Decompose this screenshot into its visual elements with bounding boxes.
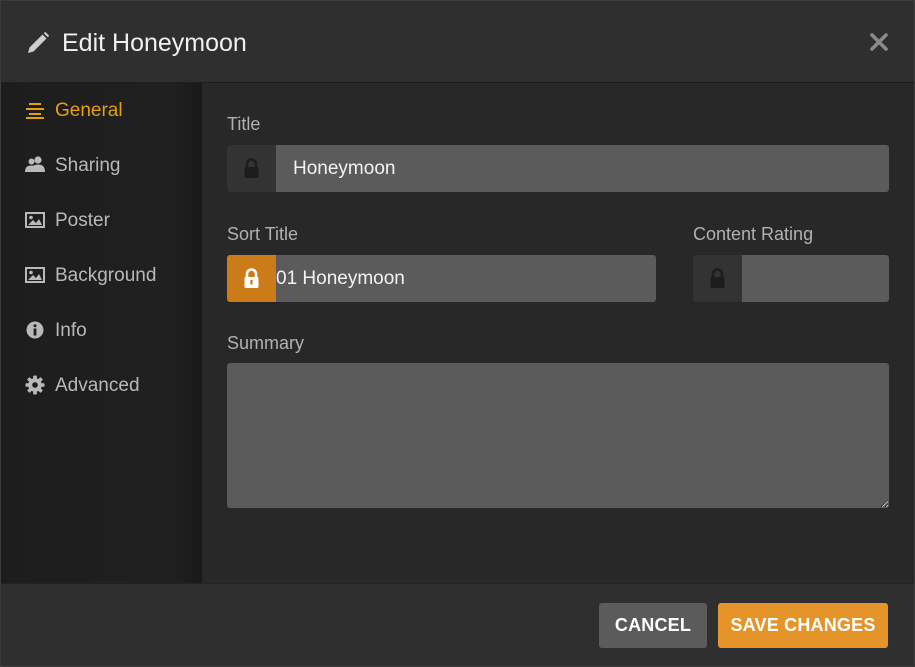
image-icon: [25, 212, 45, 228]
summary-textarea[interactable]: [227, 363, 889, 508]
title-lock-button[interactable]: [227, 145, 276, 192]
edit-dialog: Edit Honeymoon General Sharing Poster Ba…: [0, 0, 915, 667]
general-form: Title Sort Title Content Rating: [202, 83, 914, 583]
sidebar-item-label: Advanced: [55, 375, 140, 396]
sidebar-item-label: Poster: [55, 210, 110, 231]
gear-icon: [25, 375, 45, 395]
users-icon: [25, 156, 45, 172]
image-icon: [25, 267, 45, 283]
title-field: [227, 145, 889, 192]
sidebar-item-label: Sharing: [55, 155, 121, 176]
sidebar-nav: General Sharing Poster Background Info A…: [1, 83, 202, 583]
sort-title-input[interactable]: [276, 255, 656, 302]
sidebar-item-general[interactable]: General: [1, 91, 202, 131]
sidebar-item-background[interactable]: Background: [1, 256, 202, 296]
close-icon[interactable]: [868, 31, 890, 53]
content-rating-field: [693, 255, 889, 302]
sidebar-item-label: General: [55, 100, 123, 121]
save-changes-button[interactable]: SAVE CHANGES: [718, 603, 888, 648]
lock-icon: [710, 268, 725, 288]
lock-icon: [244, 158, 259, 178]
sidebar-item-sharing[interactable]: Sharing: [1, 146, 202, 186]
content-rating-lock-button[interactable]: [693, 255, 742, 302]
pencil-icon: [28, 32, 49, 53]
sort-title-lock-button[interactable]: [227, 255, 276, 302]
list-lines-icon: [26, 103, 44, 119]
lock-icon: [244, 268, 259, 288]
dialog-footer: CANCEL SAVE CHANGES: [1, 583, 914, 666]
dialog-header: Edit Honeymoon: [1, 1, 914, 83]
sort-title-label: Sort Title: [227, 224, 299, 244]
dialog-title: Edit Honeymoon: [62, 29, 247, 57]
content-rating-input[interactable]: [742, 255, 889, 302]
sidebar-item-info[interactable]: Info: [1, 311, 202, 351]
summary-label: Summary: [227, 333, 305, 353]
content-rating-label: Content Rating: [693, 224, 814, 244]
sidebar-item-label: Background: [55, 265, 157, 286]
info-circle-icon: [26, 321, 44, 339]
sidebar-item-label: Info: [55, 320, 87, 341]
cancel-button[interactable]: CANCEL: [599, 603, 707, 648]
title-label: Title: [227, 114, 261, 134]
sort-title-field: [227, 255, 656, 302]
sidebar-item-poster[interactable]: Poster: [1, 201, 202, 241]
title-input[interactable]: [276, 145, 889, 192]
sidebar-item-advanced[interactable]: Advanced: [1, 366, 202, 406]
